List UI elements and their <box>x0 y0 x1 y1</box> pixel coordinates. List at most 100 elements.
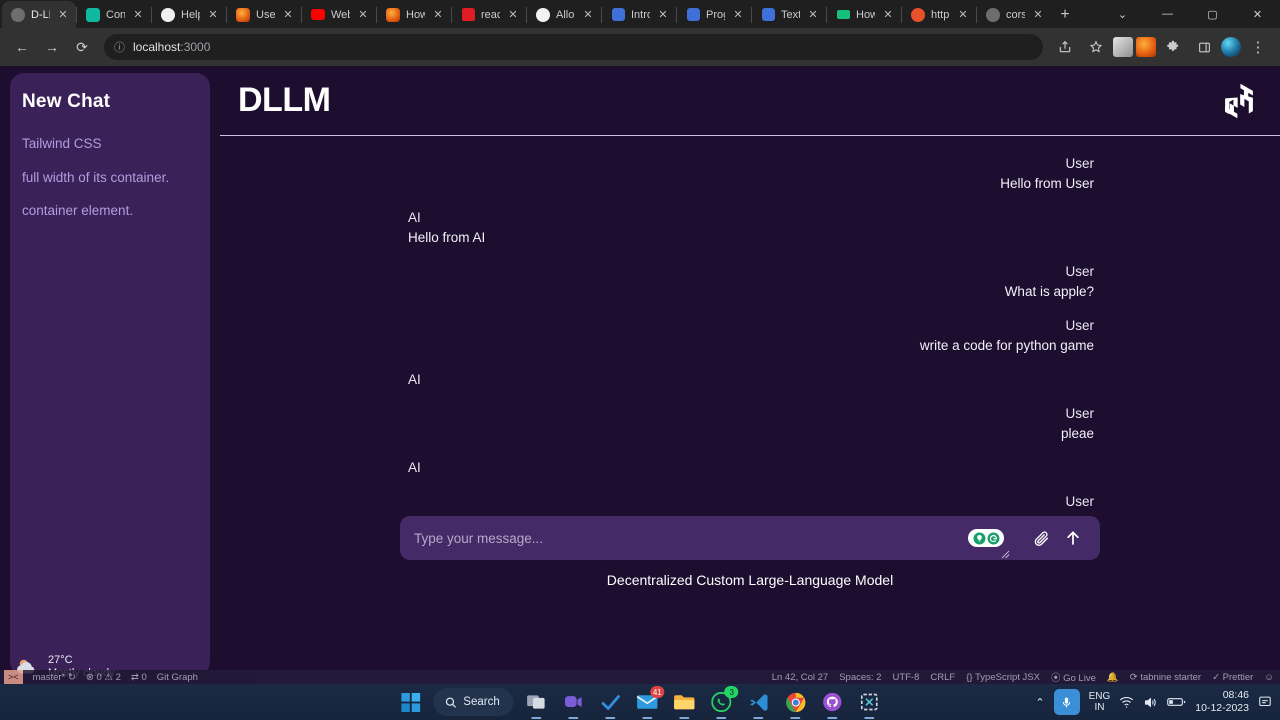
tab-favicon-github-icon <box>536 7 550 22</box>
tab-close-icon[interactable]: ✕ <box>731 8 745 22</box>
puzzle-icon[interactable] <box>1159 33 1187 61</box>
message-input[interactable]: Type your message... <box>414 531 968 546</box>
browser-tab[interactable]: http ✕ <box>902 1 976 28</box>
chat-history-item[interactable]: full width of its container. <box>22 169 198 187</box>
notifications-bell-icon[interactable]: 🔔 <box>1107 672 1119 683</box>
browser-tab[interactable]: How ✕ <box>377 1 451 28</box>
tab-close-icon[interactable]: ✕ <box>206 8 220 22</box>
github-desktop-icon[interactable] <box>819 688 847 719</box>
wifi-icon[interactable] <box>1119 696 1134 709</box>
share-icon[interactable] <box>1051 33 1079 61</box>
maximize-button[interactable]: ▢ <box>1190 0 1235 28</box>
tab-close-icon[interactable]: ✕ <box>431 8 445 22</box>
tab-close-icon[interactable]: ✕ <box>131 8 145 22</box>
browser-tab[interactable]: reac ✕ <box>452 1 526 28</box>
git-graph-status[interactable]: Git Graph <box>157 672 198 683</box>
profile-avatar[interactable] <box>1221 37 1241 57</box>
cursor-position-status[interactable]: Ln 42, Col 27 <box>772 672 829 683</box>
paperclip-icon[interactable] <box>1028 525 1054 551</box>
address-bar[interactable]: ⓘ localhost:3000 <box>104 34 1043 60</box>
chrome-menu-icon[interactable]: ⋮ <box>1244 33 1272 61</box>
git-branch-status[interactable]: master* ↻ <box>33 672 76 683</box>
new-chat-title[interactable]: New Chat <box>22 91 198 113</box>
browser-tab[interactable]: Web ✕ <box>302 1 376 28</box>
tab-close-icon[interactable]: ✕ <box>656 8 670 22</box>
speaker-icon[interactable] <box>1143 696 1158 709</box>
tab-close-icon[interactable]: ✕ <box>56 8 70 22</box>
language-indicator[interactable]: ENG IN <box>1089 691 1111 713</box>
browser-tab[interactable]: How ✕ <box>827 1 901 28</box>
notification-icon[interactable] <box>1258 695 1272 709</box>
remote-indicator[interactable]: >< <box>4 670 23 684</box>
extension-grey-icon[interactable] <box>1113 37 1133 57</box>
language-mode-status[interactable]: {} TypeScript JSX <box>966 672 1040 683</box>
tabnine-status[interactable]: ⟳ tabnine starter <box>1130 672 1201 683</box>
todo-check-icon[interactable] <box>597 688 625 719</box>
ports-status[interactable]: ⇄ 0 <box>131 672 147 683</box>
taskbar-clock[interactable]: 08:46 10-12-2023 <box>1195 689 1249 714</box>
tab-close-icon[interactable]: ✕ <box>281 8 295 22</box>
new-tab-button[interactable]: + <box>1051 2 1079 28</box>
encoding-status[interactable]: UTF-8 <box>892 672 919 683</box>
teams-icon[interactable] <box>560 688 588 719</box>
close-window-button[interactable]: ✕ <box>1235 0 1280 28</box>
send-arrow-icon[interactable] <box>1060 525 1086 551</box>
whatsapp-icon[interactable]: 3 <box>708 686 739 719</box>
tab-title: Allo <box>556 8 575 21</box>
microphone-icon[interactable] <box>1053 689 1080 715</box>
task-view-icon[interactable] <box>523 688 551 719</box>
side-panel-icon[interactable] <box>1190 33 1218 61</box>
tab-list-button[interactable]: ⌄ <box>1100 0 1145 28</box>
chat-message-user: User Hello from User <box>220 154 1280 194</box>
tab-close-icon[interactable]: ✕ <box>506 8 520 22</box>
browser-tab[interactable]: Allo ✕ <box>527 1 601 28</box>
tab-close-icon[interactable]: ✕ <box>356 8 370 22</box>
tab-close-icon[interactable]: ✕ <box>806 8 820 22</box>
tab-title: Text <box>781 8 800 21</box>
browser-tab[interactable]: Prog ✕ <box>677 1 751 28</box>
windows-start-icon[interactable] <box>396 688 424 716</box>
browser-tab[interactable]: Con ✕ <box>77 1 151 28</box>
tray-chevron-icon[interactable]: ⌃ <box>1035 696 1044 709</box>
tab-close-icon[interactable]: ✕ <box>581 8 595 22</box>
browser-tab[interactable]: Use ✕ <box>227 1 301 28</box>
problems-status[interactable]: ⊗ 0 ⚠ 2 <box>86 672 121 683</box>
browser-chrome: D-LL✕Con✕Help✕Use✕Web✕How✕reac✕Allo✕Intr… <box>0 0 1280 66</box>
tab-close-icon[interactable]: ✕ <box>956 8 970 22</box>
chat-history-item[interactable]: Tailwind CSS <box>22 135 198 153</box>
eol-status[interactable]: CRLF <box>930 672 955 683</box>
snipping-tool-icon[interactable] <box>856 688 884 719</box>
forward-icon[interactable]: → <box>38 33 66 61</box>
back-icon[interactable]: ← <box>8 33 36 61</box>
vscode-icon[interactable] <box>745 688 773 719</box>
browser-tab[interactable]: Intro ✕ <box>602 1 676 28</box>
browser-tab[interactable]: Help ✕ <box>152 1 226 28</box>
browser-tab[interactable]: Text ✕ <box>752 1 826 28</box>
vscode-status-right: Ln 42, Col 27 Spaces: 2 UTF-8 CRLF {} Ty… <box>772 670 1280 685</box>
feedback-icon[interactable]: ☺ <box>1264 672 1274 683</box>
browser-tab[interactable]: D-LL ✕ <box>2 1 76 28</box>
chat-history-item[interactable]: container element. <box>22 202 198 220</box>
tab-close-icon[interactable]: ✕ <box>881 8 895 22</box>
tab-favicon-firefox-icon <box>236 7 250 22</box>
message-composer[interactable]: Type your message... <box>400 516 1100 560</box>
firefox-extension-icon[interactable] <box>1136 37 1156 57</box>
file-explorer-icon[interactable] <box>671 688 699 719</box>
browser-tab[interactable]: cors ✕ <box>977 1 1051 28</box>
grammarly-badge[interactable] <box>968 529 1010 559</box>
minimize-button[interactable]: — <box>1145 0 1190 28</box>
mail-icon[interactable]: 41 <box>634 686 665 719</box>
resize-grip[interactable] <box>1001 550 1010 559</box>
tab-close-icon[interactable]: ✕ <box>1031 8 1045 22</box>
message-role: User <box>1065 494 1094 509</box>
battery-icon[interactable] <box>1167 696 1186 708</box>
site-info-icon[interactable]: ⓘ <box>114 39 125 55</box>
chrome-icon[interactable] <box>782 688 810 719</box>
go-live-status[interactable]: ⦿ Go Live <box>1051 670 1096 684</box>
tab-favicon-globe-dark-icon <box>11 7 25 22</box>
prettier-status[interactable]: ✓ Prettier <box>1212 672 1253 683</box>
bookmark-star-icon[interactable] <box>1082 33 1110 61</box>
reload-icon[interactable]: ⟳ <box>68 33 96 61</box>
taskbar-search[interactable]: Search <box>433 688 514 716</box>
indentation-status[interactable]: Spaces: 2 <box>839 672 881 683</box>
